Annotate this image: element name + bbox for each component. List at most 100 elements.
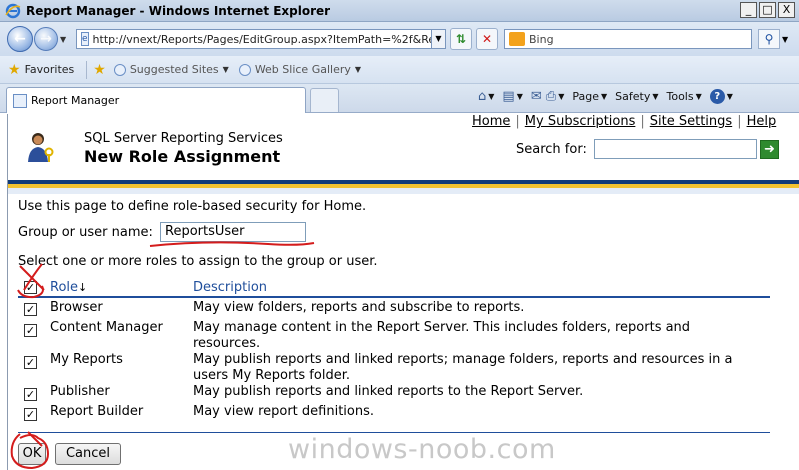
role-name: Browser	[50, 300, 103, 315]
role-checkbox-content-manager[interactable]: ✓	[24, 324, 37, 337]
search-input[interactable]	[594, 139, 757, 159]
site-settings-link[interactable]: Site Settings	[650, 114, 732, 129]
role-name: My Reports	[50, 352, 123, 367]
my-subscriptions-link[interactable]: My Subscriptions	[525, 114, 636, 129]
favorites-bar: ★ Favorites ★ Suggested Sites ▼ Web Slic…	[0, 56, 799, 84]
group-name-label: Group or user name:	[18, 225, 153, 240]
bing-icon	[509, 32, 525, 46]
address-bar[interactable]: e http://vnext/Reports/Pages/EditGroup.a…	[76, 29, 432, 49]
mail-button[interactable]: ✉	[531, 89, 542, 104]
role-description: May publish reports and linked reports t…	[193, 384, 584, 399]
watermark-text: windows-noob.com	[288, 434, 556, 465]
tools-menu-label: Tools	[666, 90, 694, 103]
role-checkbox-my-reports[interactable]: ✓	[24, 356, 37, 369]
rss-icon: ▤	[502, 89, 515, 104]
back-arrow-icon: ←	[14, 31, 26, 47]
address-dropdown[interactable]: ▼	[432, 29, 446, 49]
group-name-input[interactable]: ReportsUser	[160, 222, 306, 242]
page-title: New Role Assignment	[84, 147, 281, 166]
intro-text: Use this page to define role-based secur…	[18, 199, 367, 214]
safety-menu[interactable]: Safety ▼	[615, 90, 662, 103]
header-divider-light	[8, 188, 799, 194]
internet-explorer-icon	[5, 3, 21, 18]
cancel-button[interactable]: Cancel	[55, 443, 121, 465]
link-separator: |	[515, 114, 520, 129]
stop-button[interactable]: ✕	[476, 28, 498, 50]
safety-menu-label: Safety	[615, 90, 651, 103]
role-name: Publisher	[50, 384, 110, 399]
search-options-dropdown[interactable]: ▼	[782, 35, 792, 44]
web-slice-gallery-item[interactable]: Web Slice Gallery ▼	[238, 63, 361, 76]
tab-report-manager[interactable]: Report Manager	[6, 87, 306, 113]
page-menu[interactable]: Page ▼	[572, 90, 611, 103]
select-all-checkbox[interactable]: ✓	[24, 281, 37, 294]
role-column-header[interactable]: Role↓	[50, 280, 87, 295]
search-box[interactable]: Bing	[504, 29, 752, 49]
window-controls: _ □ X	[740, 2, 795, 18]
back-button[interactable]: ←	[7, 26, 33, 52]
recent-pages-dropdown[interactable]: ▼	[60, 35, 70, 44]
tab-favicon-icon	[13, 93, 27, 108]
address-toolbar: ← → ▼ e http://vnext/Reports/Pages/EditG…	[0, 22, 799, 56]
page-content: SQL Server Reporting Services New Role A…	[7, 114, 799, 470]
user-security-icon	[28, 133, 54, 162]
refresh-button[interactable]: ⇅	[450, 28, 472, 50]
role-header-label: Role	[50, 280, 79, 295]
maximize-button[interactable]: □	[759, 2, 776, 18]
go-arrow-icon: ➜	[764, 142, 775, 157]
sort-arrow-icon: ↓	[78, 281, 88, 294]
suggested-sites-label: Suggested Sites	[129, 63, 219, 76]
role-description: May manage content in the Report Server.…	[193, 320, 691, 351]
header-rule	[18, 296, 770, 298]
role-description: May publish reports and linked reports; …	[193, 352, 733, 383]
search-go-button[interactable]: ➜	[760, 140, 779, 159]
minimize-button[interactable]: _	[740, 2, 757, 18]
search-button[interactable]: ⚲	[758, 29, 780, 49]
window-title-bar: Report Manager - Windows Internet Explor…	[0, 0, 799, 22]
favorites-button[interactable]: Favorites	[25, 63, 75, 76]
role-name: Report Builder	[50, 404, 144, 419]
ok-button[interactable]: OK	[18, 443, 46, 465]
search-label: Search for:	[516, 142, 587, 157]
home-button[interactable]: ⌂ ▼	[478, 89, 498, 104]
tab-bar: Report Manager ⌂ ▼ ▤ ▼ ✉ ⎙ ▼ Page ▼ Safety ▼ …	[0, 84, 799, 113]
close-button[interactable]: X	[778, 2, 795, 18]
web-slice-gallery-label: Web Slice Gallery	[254, 63, 351, 76]
help-menu[interactable]: ? ▼	[709, 89, 737, 104]
home-link[interactable]: Home	[472, 114, 510, 129]
forward-arrow-icon: →	[40, 31, 52, 47]
footer-rule	[18, 432, 770, 433]
add-favorite-icon[interactable]: ★	[93, 62, 106, 78]
magnifier-icon: ⚲	[764, 32, 774, 46]
page-favicon-icon: e	[81, 32, 89, 46]
tools-menu[interactable]: Tools ▼	[666, 90, 705, 103]
help-icon: ?	[709, 89, 725, 104]
role-checkbox-browser[interactable]: ✓	[24, 303, 37, 316]
feeds-button[interactable]: ▤ ▼	[502, 89, 526, 104]
stop-icon: ✕	[481, 32, 493, 46]
new-tab-button[interactable]	[310, 88, 339, 112]
chevron-down-icon: ▼	[222, 65, 229, 74]
command-bar: ⌂ ▼ ▤ ▼ ✉ ⎙ ▼ Page ▼ Safety ▼ Tools ▼ ? ▼	[478, 89, 737, 104]
window-title: Report Manager - Windows Internet Explor…	[26, 3, 331, 18]
global-links: Home | My Subscriptions | Site Settings …	[472, 114, 776, 129]
role-checkbox-report-builder[interactable]: ✓	[24, 408, 37, 421]
suggested-sites-icon	[113, 63, 126, 76]
product-name: SQL Server Reporting Services	[84, 131, 283, 146]
role-name: Content Manager	[50, 320, 163, 335]
suggested-sites-item[interactable]: Suggested Sites ▼	[113, 63, 229, 76]
address-url[interactable]: http://vnext/Reports/Pages/EditGroup.asp…	[93, 33, 431, 46]
link-separator: |	[737, 114, 742, 129]
home-icon: ⌂	[478, 89, 487, 104]
select-roles-text: Select one or more roles to assign to th…	[18, 254, 378, 269]
forward-button[interactable]: →	[34, 27, 58, 51]
favorites-star-icon: ★	[8, 61, 21, 78]
print-button[interactable]: ⎙ ▼	[546, 89, 569, 104]
help-link[interactable]: Help	[747, 114, 777, 129]
description-column-header: Description	[193, 280, 268, 295]
role-description: May view report definitions.	[193, 404, 375, 419]
mail-icon: ✉	[530, 89, 542, 104]
role-description: May view folders, reports and subscribe …	[193, 300, 525, 315]
role-checkbox-publisher[interactable]: ✓	[24, 388, 37, 401]
web-slice-gallery-icon	[238, 63, 251, 76]
